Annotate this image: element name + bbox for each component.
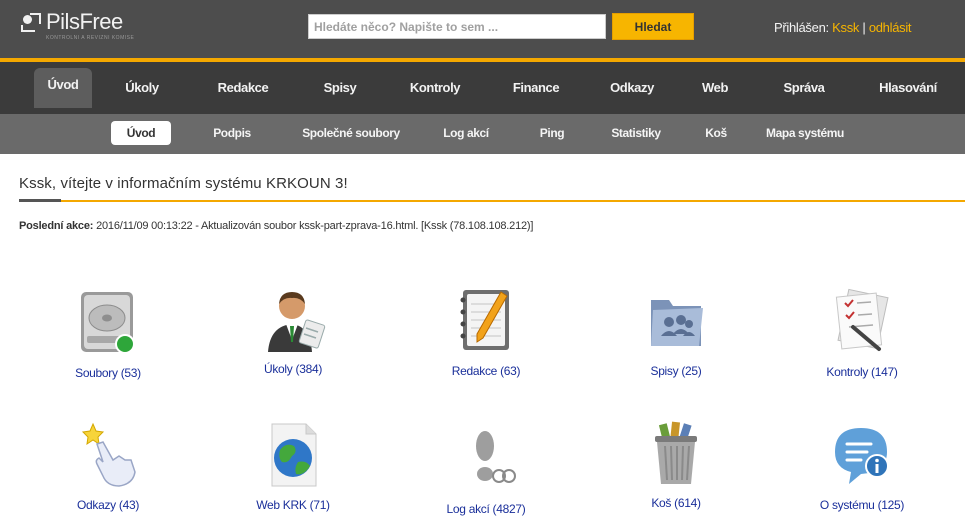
login-user-link[interactable]: Kssk	[832, 20, 859, 35]
hard-drive-icon	[73, 288, 143, 358]
welcome-heading: Kssk, vítejte v informačním systému KRKO…	[19, 175, 348, 192]
tile-label: Úkoly (384)	[263, 362, 323, 376]
last-action-text: 2016/11/09 00:13:22 - Aktualizován soubo…	[93, 220, 534, 232]
folder-users-icon	[641, 286, 711, 356]
logo-subtitle: KONTROLNI A REVIZNI KOMISE	[46, 35, 135, 41]
pointing-hand-icon	[73, 420, 143, 490]
tile-redakce[interactable]: Redakce (63)	[396, 286, 576, 378]
tile-label: Redakce (63)	[451, 364, 521, 378]
nav-item-uvod[interactable]: Úvod	[34, 68, 92, 108]
footprint-icon	[451, 424, 521, 494]
tile-spisy[interactable]: Spisy (25)	[586, 286, 766, 378]
nav-item-web[interactable]: Web	[690, 75, 740, 101]
nav-item-sprava[interactable]: Správa	[768, 75, 840, 101]
tile-web-krk[interactable]: Web KRK (71)	[203, 420, 383, 512]
subnav-item-mapa-systemu[interactable]: Mapa systému	[756, 121, 854, 145]
top-header: PilsFree KONTROLNI A REVIZNI KOMISE Hled…	[0, 0, 965, 58]
tile-label: Koš (614)	[651, 496, 701, 510]
welcome-divider	[19, 200, 965, 202]
checklist-icon	[827, 287, 897, 357]
nav-item-odkazy[interactable]: Odkazy	[596, 75, 668, 101]
logo[interactable]: PilsFree KONTROLNI A REVIZNI KOMISE	[20, 9, 134, 41]
tile-kontroly[interactable]: Kontroly (147)	[772, 287, 952, 379]
last-action-label: Poslední akce:	[19, 220, 94, 232]
search-button[interactable]: Hledat	[612, 13, 694, 40]
logo-text: PilsFree	[46, 9, 123, 34]
tile-o-systemu[interactable]: O systému (125)	[772, 420, 952, 512]
login-status: Přihlášen: Kssk | odhlásit	[774, 20, 912, 35]
subnav-item-uvod[interactable]: Úvod	[111, 121, 171, 145]
globe-page-icon	[258, 420, 328, 490]
main-nav: Úvod Úkoly Redakce Spisy Kontroly Financ…	[0, 58, 965, 114]
login-separator: |	[859, 20, 869, 35]
tile-label: Kontroly (147)	[826, 365, 898, 379]
notepad-pencil-icon	[451, 286, 521, 356]
subnav-item-log-akci[interactable]: Log akcí	[434, 121, 498, 145]
subnav-item-statistiky[interactable]: Statistiky	[598, 121, 674, 145]
logo-mark-icon	[20, 11, 42, 33]
nav-item-spisy[interactable]: Spisy	[310, 75, 370, 101]
tile-log-akci[interactable]: Log akcí (4827)	[396, 424, 576, 516]
tile-label: Log akcí (4827)	[446, 502, 526, 516]
subnav-item-ping[interactable]: Ping	[528, 121, 576, 145]
tile-ukoly[interactable]: Úkoly (384)	[203, 284, 383, 376]
trash-bin-icon	[641, 418, 711, 488]
subnav-item-kos[interactable]: Koš	[696, 121, 736, 145]
info-bubble-icon	[827, 420, 897, 490]
nav-item-redakce[interactable]: Redakce	[206, 75, 280, 101]
welcome-divider-accent	[19, 199, 61, 202]
tile-label: Web KRK (71)	[256, 498, 330, 512]
tile-label: Odkazy (43)	[76, 498, 140, 512]
nav-item-kontroly[interactable]: Kontroly	[396, 75, 474, 101]
tile-label: Soubory (53)	[75, 366, 141, 380]
tile-odkazy[interactable]: Odkazy (43)	[18, 420, 198, 512]
tile-kos[interactable]: Koš (614)	[586, 418, 766, 510]
tile-label: Spisy (25)	[650, 364, 702, 378]
nav-item-finance[interactable]: Finance	[498, 75, 574, 101]
tile-label: O systému (125)	[819, 498, 905, 512]
subnav-item-podpis[interactable]: Podpis	[204, 121, 260, 145]
search-input[interactable]	[308, 14, 606, 39]
logout-link[interactable]: odhlásit	[869, 20, 912, 35]
login-prefix: Přihlášen:	[774, 20, 833, 35]
businessman-icon	[258, 284, 328, 354]
nav-item-hlasovani[interactable]: Hlasování	[862, 75, 954, 101]
nav-item-ukoly[interactable]: Úkoly	[112, 75, 172, 101]
subnav-item-spolecne-soubory[interactable]: Společné soubory	[292, 121, 410, 145]
sub-nav: Úvod Podpis Společné soubory Log akcí Pi…	[0, 114, 965, 154]
tile-soubory[interactable]: Soubory (53)	[18, 288, 198, 380]
last-action: Poslední akce: 2016/11/09 00:13:22 - Akt…	[19, 220, 533, 232]
